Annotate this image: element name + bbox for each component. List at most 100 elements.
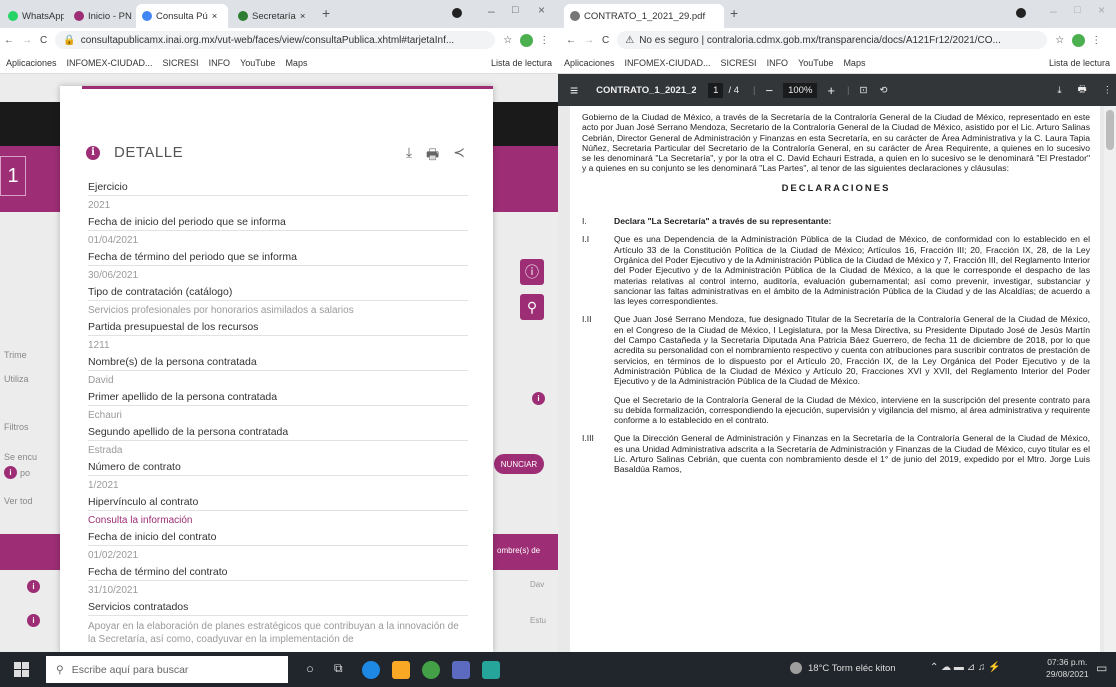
print-icon[interactable]: 🖶 — [1078, 82, 1087, 98]
url-input[interactable]: 🔒 consultapublicamx.inai.org.mx/vut-web/f… — [55, 31, 496, 49]
info-side-button[interactable]: ⓘ — [520, 259, 544, 285]
tab-whatsapp[interactable]: WhatsApp× — [2, 4, 64, 28]
notification-icon[interactable]: ▭ — [1096, 661, 1107, 675]
edge-icon[interactable] — [362, 661, 380, 679]
contract-link[interactable]: Consulta la información — [88, 511, 468, 529]
denunciar-button[interactable]: NUNCIAR — [494, 454, 544, 474]
scroll-thumb[interactable] — [1106, 110, 1114, 150]
reading-list[interactable]: Lista de lectura — [491, 58, 552, 68]
zoom-in-button[interactable]: + — [827, 83, 835, 98]
share-icon[interactable]: ≺ — [453, 144, 465, 168]
page-number-input[interactable]: 1 — [708, 82, 724, 98]
row-info-icon[interactable]: i — [27, 614, 40, 627]
chrome-icon[interactable] — [422, 661, 440, 679]
close-window-button[interactable]: × — [1098, 3, 1105, 17]
extension-icon[interactable] — [520, 33, 534, 47]
paragraph-text: Que es una Dependencia de la Administrac… — [614, 234, 1090, 307]
star-icon[interactable]: ☆ — [1055, 35, 1064, 46]
forward-icon[interactable]: → — [22, 35, 32, 46]
reload-icon[interactable]: C — [40, 35, 47, 46]
bookmark-maps[interactable]: Maps — [285, 58, 307, 68]
hamburger-icon[interactable]: ≡ — [570, 82, 578, 98]
close-icon[interactable]: × — [300, 11, 306, 22]
menu-icon[interactable]: ⋮ — [1091, 35, 1101, 46]
paragraph-number: I.II — [582, 314, 592, 325]
paragraph-text: Que Juan José Serrano Mendoza, fue desig… — [614, 314, 1090, 387]
info-icon: i — [86, 145, 100, 160]
field-label: Partida presupuestal de los recursos — [88, 318, 468, 336]
zoom-input[interactable]: 100% — [783, 82, 818, 98]
close-window-button[interactable]: × — [538, 3, 545, 17]
reload-icon[interactable]: C — [602, 35, 609, 46]
tab-pnt[interactable]: Inicio - PNT× — [68, 4, 132, 28]
bookmark-youtube[interactable]: YouTube — [240, 58, 275, 68]
maximize-button[interactable]: □ — [512, 4, 519, 16]
address-bar: ← → C ⚠ No es seguro | contraloria.cdmx.g… — [558, 28, 1116, 52]
extension-icon[interactable] — [1072, 33, 1086, 47]
bg-label: Trime — [4, 350, 27, 360]
tab-contrato-pdf[interactable]: CONTRATO_1_2021_29.pdf× — [564, 4, 724, 28]
menu-icon[interactable]: ⋮ — [539, 35, 549, 46]
print-icon[interactable]: 🖶 — [426, 144, 439, 168]
download-icon[interactable]: ⤓ — [406, 144, 412, 168]
search-side-button[interactable]: ⚲ — [520, 294, 544, 320]
minimize-button[interactable]: – — [1050, 4, 1057, 18]
field-label: Fecha de término del periodo que se info… — [88, 248, 468, 266]
field-label: Nombre(s) de la persona contratada — [88, 353, 468, 371]
modal-title: DETALLE — [114, 144, 184, 161]
file-explorer-icon[interactable] — [392, 661, 410, 679]
bookmark-info[interactable]: INFO — [767, 58, 789, 68]
taskbar-search[interactable]: ⚲ Escribe aquí para buscar — [46, 656, 288, 683]
weather-text[interactable]: 18°C Torm eléc kiton — [808, 663, 896, 674]
back-icon[interactable]: ← — [566, 35, 576, 46]
rotate-icon[interactable]: ⟲ — [879, 85, 887, 96]
pdf-scrollbar[interactable] — [1104, 106, 1116, 652]
pdf-intro: Gobierno de la Ciudad de México, a travé… — [582, 112, 1090, 174]
cortana-icon[interactable]: ○ — [306, 661, 314, 676]
profile-icon[interactable] — [1016, 8, 1026, 18]
tab-secretaria[interactable]: Secretaría × — [232, 4, 314, 28]
field-label: Tipo de contratación (catálogo) — [88, 283, 468, 301]
back-icon[interactable]: ← — [4, 35, 14, 46]
bookmark-sicresi[interactable]: SICRESI — [163, 58, 199, 68]
star-icon[interactable]: ☆ — [503, 35, 512, 46]
search-icon: ⚲ — [56, 663, 64, 676]
profile-icon[interactable] — [452, 8, 462, 18]
row-info-icon[interactable]: i — [27, 580, 40, 593]
field-value: Servicios profesionales por honorarios a… — [88, 304, 354, 316]
bookmark-sicresi[interactable]: SICRESI — [721, 58, 757, 68]
teams-icon[interactable] — [452, 661, 470, 679]
system-tray-icons[interactable]: ⌃ ☁ ▬ ⊿ ♫ ⚡ — [930, 662, 1001, 673]
new-tab-button[interactable]: + — [322, 5, 330, 21]
download-icon[interactable]: ⤓ — [1057, 85, 1061, 96]
field-value: 2021 — [88, 199, 111, 211]
clock[interactable]: 07:36 p.m. 29/08/2021 — [1046, 656, 1089, 680]
info-icon[interactable]: i — [532, 392, 545, 405]
fit-page-icon[interactable]: ⊡ — [859, 85, 867, 96]
field-label: Hipervínculo al contrato — [88, 493, 468, 511]
reading-list[interactable]: Lista de lectura — [1049, 58, 1110, 68]
pdf-heading: DECLARACIONES — [781, 182, 891, 194]
bg-label: Ver tod — [4, 496, 33, 506]
more-icon[interactable]: ⋮ — [1103, 85, 1113, 96]
windows-start-icon[interactable] — [14, 662, 29, 677]
bookmark-infomex[interactable]: INFOMEX-CIUDAD... — [625, 58, 711, 68]
app-icon[interactable] — [482, 661, 500, 679]
bookmark-apps[interactable]: Aplicaciones — [6, 58, 57, 68]
forward-icon[interactable]: → — [584, 35, 594, 46]
bookmark-youtube[interactable]: YouTube — [798, 58, 833, 68]
task-view-icon[interactable]: ⧉ — [334, 661, 343, 676]
bookmark-apps[interactable]: Aplicaciones — [564, 58, 615, 68]
tab-consulta[interactable]: Consulta Pú × — [136, 4, 228, 28]
bookmark-info[interactable]: INFO — [209, 58, 231, 68]
zoom-out-button[interactable]: − — [766, 83, 774, 98]
new-tab-button[interactable]: + — [730, 5, 738, 21]
maximize-button[interactable]: □ — [1074, 4, 1081, 16]
minimize-button[interactable]: – — [488, 4, 495, 18]
close-icon[interactable]: × — [212, 11, 218, 22]
url-input[interactable]: ⚠ No es seguro | contraloria.cdmx.gob.mx/… — [617, 31, 1048, 49]
consulta-icon — [142, 11, 152, 21]
date: 29/08/2021 — [1046, 669, 1089, 679]
bookmark-infomex[interactable]: INFOMEX-CIUDAD... — [67, 58, 153, 68]
bookmark-maps[interactable]: Maps — [843, 58, 865, 68]
